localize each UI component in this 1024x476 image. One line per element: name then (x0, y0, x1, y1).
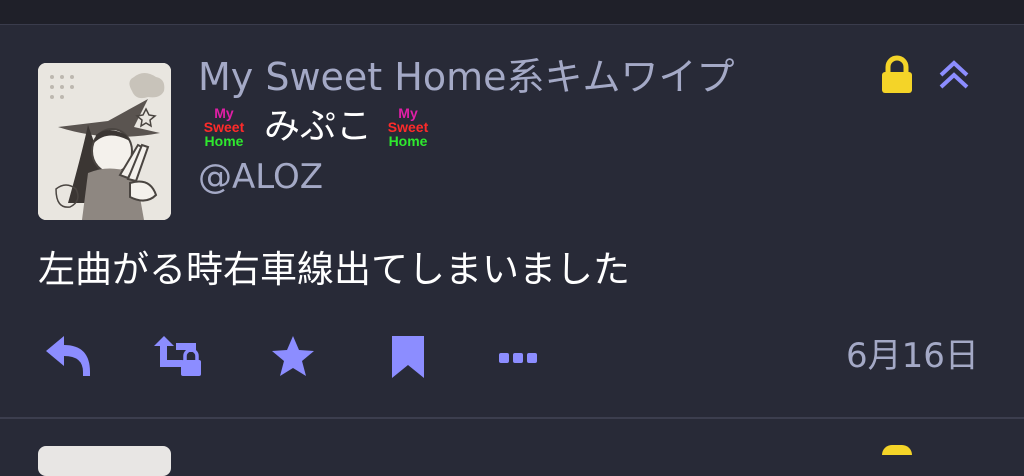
boost-button[interactable] (152, 330, 208, 384)
account-name[interactable]: みぷこ (250, 103, 382, 151)
reply-icon (46, 336, 90, 376)
emoji-text-my: My (398, 105, 418, 121)
emoji-text-my: My (214, 105, 234, 121)
next-lock-icon (882, 445, 912, 455)
next-status-card[interactable] (0, 419, 1024, 476)
display-name[interactable]: My Sweet Home系キムワイプ (198, 55, 735, 99)
more-button[interactable] (492, 330, 548, 384)
emoji-text-sweet: Sweet (387, 119, 429, 135)
ellipsis-icon (499, 353, 537, 363)
previous-status-bar (0, 0, 1024, 25)
favourite-button[interactable] (265, 330, 321, 384)
emoji-text-home: Home (204, 133, 244, 149)
status-card[interactable]: My Sweet Home系キムワイプ My Sweet Home みぷこ My… (0, 25, 1024, 417)
emoji-text-home: Home (388, 133, 428, 149)
my-sweet-home-emoji: My Sweet Home (198, 103, 250, 151)
bookmark-button[interactable] (380, 330, 436, 384)
boost-locked-icon (154, 336, 201, 376)
bookmark-icon (392, 336, 424, 378)
star-icon (272, 336, 314, 376)
avatar[interactable] (38, 63, 171, 220)
account-name-row: My Sweet Home みぷこ My Sweet Home (198, 103, 434, 151)
status-content: 左曲がる時右車線出てしまいました (38, 248, 630, 291)
status-timestamp[interactable]: 6月16日 (846, 331, 979, 381)
username[interactable]: @ALOZ (198, 155, 323, 199)
emoji-text-sweet: Sweet (203, 119, 245, 135)
lock-icon (880, 55, 914, 95)
reply-button[interactable] (40, 330, 96, 384)
chevron-double-up-icon[interactable] (936, 57, 972, 93)
my-sweet-home-emoji: My Sweet Home (382, 103, 434, 151)
